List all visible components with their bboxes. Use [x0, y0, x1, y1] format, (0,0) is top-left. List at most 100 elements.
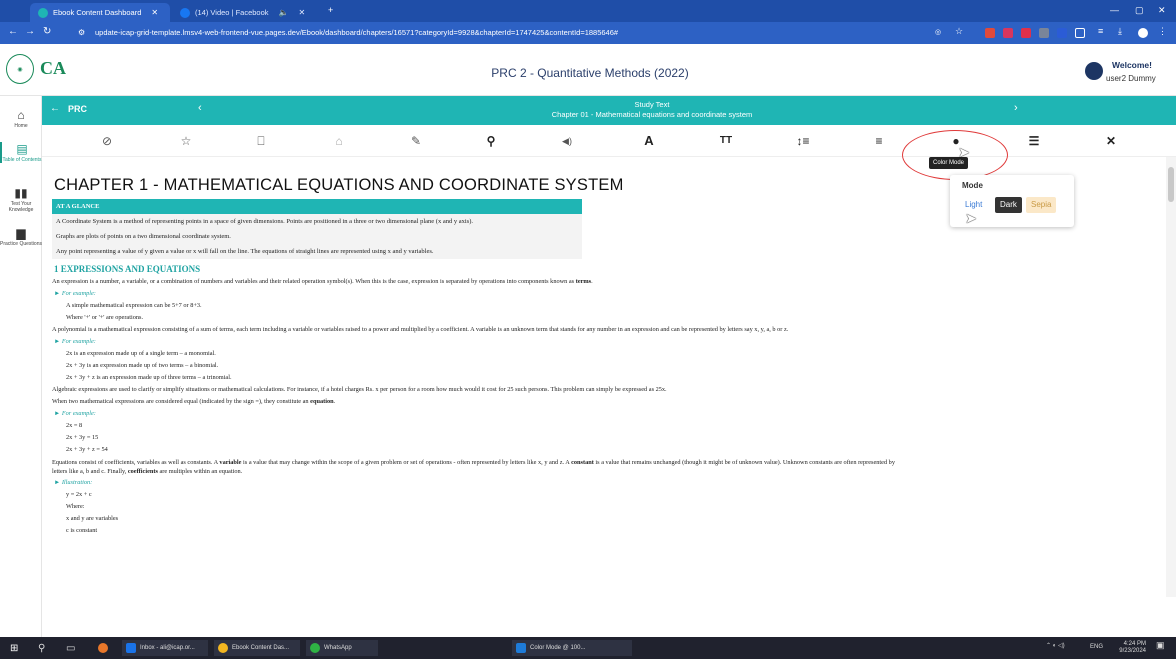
- url-field[interactable]: update-icap-grid-template.lmsv4-web-fron…: [95, 28, 618, 37]
- ebook-content: CHAPTER 1 - MATHEMATICAL EQUATIONS AND C…: [52, 162, 1162, 637]
- address-bar: ← → ↻ ⚙ update-icap-grid-template.lmsv4-…: [0, 22, 1176, 44]
- star-icon[interactable]: ☆: [177, 133, 195, 149]
- example-label: For example:: [61, 410, 96, 417]
- sidebar-item-test-your-knowledge[interactable]: ▮▮ Test Your Knowledge: [0, 186, 42, 213]
- clock[interactable]: 4:24 PM 9/23/2024: [1110, 641, 1146, 655]
- reading-list-icon[interactable]: ≡: [1098, 26, 1108, 36]
- mouse-pointer-icon: ➤: [958, 144, 970, 160]
- illustration-line: c is constant: [66, 527, 98, 534]
- extension-icon[interactable]: [1021, 28, 1031, 38]
- reload-icon[interactable]: ↻: [43, 26, 51, 37]
- incognito-icon[interactable]: ◎: [935, 28, 945, 38]
- paragraph: Algebraic expressions are used to clarif…: [52, 386, 667, 393]
- notification-icon[interactable]: ▣: [1156, 641, 1165, 650]
- fullscreen-icon[interactable]: ✕: [1102, 133, 1120, 149]
- sidebar: ⌂ Home ▤ Table of Contents ▮▮ Test Your …: [0, 96, 42, 637]
- taskbar-app-photoshop[interactable]: Color Mode @ 100...: [512, 640, 632, 656]
- tab-title: (14) Video | Facebook: [195, 8, 269, 17]
- search-icon[interactable]: ⚲: [34, 640, 49, 656]
- taskbar-app-label: Color Mode @ 100...: [530, 645, 586, 651]
- clock-time: 4:24 PM: [1123, 641, 1146, 647]
- browser-tab-ebook[interactable]: Ebook Content Dashboard ✕: [30, 3, 170, 22]
- glance-line: Graphs are plots of points on a two dime…: [56, 233, 231, 240]
- glance-title: AT A GLANCE: [52, 199, 582, 214]
- user-avatar-icon[interactable]: [1085, 62, 1103, 80]
- new-tab-icon[interactable]: +: [328, 5, 333, 15]
- menu-dots-icon[interactable]: ⋮: [1158, 26, 1168, 36]
- text-span: An expression is a number, a variable, o…: [52, 278, 576, 285]
- close-icon[interactable]: ✕: [299, 8, 306, 17]
- windows-start-icon[interactable]: ⊞: [6, 640, 22, 656]
- paragraph: Equations consist of coefficients, varia…: [52, 458, 1162, 467]
- firefox-icon[interactable]: [94, 640, 116, 656]
- document-icon: ▆: [16, 226, 26, 240]
- maximize-icon[interactable]: ▢: [1135, 5, 1144, 16]
- bold-term: equation: [310, 398, 334, 405]
- task-view-icon[interactable]: ▭: [62, 640, 79, 656]
- edit-note-icon[interactable]: ✎: [407, 133, 425, 149]
- text-span: is a value that remains unchanged (thoug…: [593, 459, 895, 466]
- bookmark-icon[interactable]: ⎕: [252, 133, 270, 149]
- sidebar-item-practice-questions[interactable]: ▆ Practice Questions: [0, 226, 42, 247]
- window-close-icon[interactable]: ✕: [1158, 5, 1166, 16]
- line-spacing-icon[interactable]: ↕≡: [794, 133, 812, 149]
- close-icon[interactable]: ✕: [151, 8, 158, 17]
- site-info-icon[interactable]: ⚙: [78, 28, 85, 37]
- next-chapter-chevron-icon[interactable]: ›: [1014, 102, 1018, 114]
- extension-icon[interactable]: [985, 28, 995, 38]
- glance-line: A Coordinate System is a method of repre…: [56, 218, 474, 225]
- forward-arrow-icon[interactable]: →: [25, 26, 35, 37]
- highlighter-icon[interactable]: ⌂: [330, 133, 348, 149]
- back-arrow-icon[interactable]: ←: [50, 103, 60, 114]
- facebook-icon: [180, 7, 190, 18]
- checklist-icon[interactable]: ☰: [1025, 133, 1043, 149]
- content-scrollbar[interactable]: [1166, 157, 1176, 597]
- sidebar-item-table-of-contents[interactable]: ▤ Table of Contents: [0, 142, 42, 163]
- browser-tab-facebook[interactable]: (14) Video | Facebook 🔈 ✕: [172, 3, 322, 22]
- extension-icon[interactable]: [1039, 28, 1049, 38]
- mute-icon[interactable]: 🔈: [279, 8, 289, 17]
- bookmark-star-icon[interactable]: ☆: [955, 26, 965, 36]
- list-icon: ▤: [16, 142, 28, 156]
- example-line: 2x = 8: [66, 422, 83, 429]
- illustration-toggle[interactable]: ► Illustration:: [54, 477, 1162, 489]
- previous-chapter-chevron-icon[interactable]: ‹: [198, 102, 202, 114]
- taskbar-app-outlook[interactable]: Inbox - ali@icap.or...: [122, 640, 208, 656]
- extensions-puzzle-icon[interactable]: [1075, 28, 1085, 38]
- taskbar-app-whatsapp[interactable]: WhatsApp: [306, 640, 378, 656]
- example-line: Where '+' or '+' are operations.: [66, 314, 144, 321]
- bold-term: terms: [575, 278, 592, 285]
- sidebar-item-home[interactable]: ⌂ Home: [0, 108, 42, 129]
- chapter-heading: Study Text Chapter 01 - Mathematical equ…: [422, 100, 882, 120]
- font-icon[interactable]: A: [640, 133, 658, 149]
- back-label[interactable]: PRC: [68, 104, 87, 114]
- text-span: are multiples within an equation.: [157, 468, 243, 475]
- audio-icon[interactable]: ◀): [558, 133, 576, 149]
- photoshop-icon: [516, 643, 526, 653]
- for-example-toggle[interactable]: ► For example:: [54, 336, 1162, 348]
- minimize-icon[interactable]: —: [1110, 5, 1119, 15]
- language-indicator[interactable]: ENG: [1090, 644, 1103, 651]
- check-circle-icon[interactable]: ⊘: [98, 133, 116, 149]
- taskbar-app-chrome[interactable]: Ebook Content Das...: [214, 640, 300, 656]
- study-text-label: Study Text: [634, 100, 670, 109]
- scrollbar-thumb[interactable]: [1168, 167, 1174, 202]
- back-arrow-icon[interactable]: ←: [8, 26, 18, 37]
- chapter-title: CHAPTER 1 - MATHEMATICAL EQUATIONS AND C…: [54, 176, 624, 194]
- search-icon[interactable]: ⚲: [482, 133, 500, 149]
- ca-logo: CA: [40, 58, 66, 78]
- system-tray-icons[interactable]: ⌃ ◐ ◁): [1046, 643, 1065, 650]
- download-icon[interactable]: ⤓: [1118, 26, 1128, 36]
- text-size-icon[interactable]: TT: [717, 133, 735, 149]
- glance-line: Any point representing a value of y give…: [56, 248, 434, 255]
- sidebar-item-label: Table of Contents: [2, 157, 42, 163]
- taskbar-app-label: Inbox - ali@icap.or...: [140, 645, 195, 651]
- example-line: 2x is an expression made up of a single …: [66, 350, 216, 357]
- extension-icon[interactable]: [1003, 28, 1013, 38]
- profile-icon[interactable]: [1138, 28, 1148, 38]
- for-example-toggle[interactable]: ► For example:: [54, 408, 1162, 420]
- align-justify-icon[interactable]: ≡: [870, 133, 888, 149]
- extension-icon[interactable]: [1057, 28, 1067, 38]
- for-example-toggle[interactable]: ► For example:: [54, 288, 1162, 300]
- user-name[interactable]: user2 Dummy: [1106, 74, 1156, 83]
